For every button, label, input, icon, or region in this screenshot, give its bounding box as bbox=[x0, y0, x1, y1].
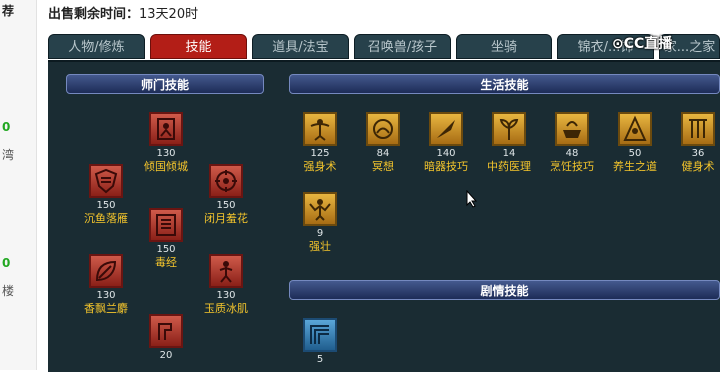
skill-level: 50 bbox=[628, 148, 642, 159]
skill-name: 沉鱼落雁 bbox=[84, 212, 128, 225]
skill-level: 150 bbox=[216, 200, 236, 211]
skill-level: 125 bbox=[310, 148, 330, 159]
skill-level: 84 bbox=[376, 148, 390, 159]
sidebar-count: 0 bbox=[2, 120, 11, 134]
skill-name: 烹饪技巧 bbox=[550, 160, 594, 173]
skill-level: 130 bbox=[96, 290, 116, 301]
portrait-icon bbox=[149, 112, 183, 146]
portrait-icon bbox=[149, 314, 183, 348]
map-icon bbox=[303, 318, 337, 352]
skill-name: 闭月羞花 bbox=[204, 212, 248, 225]
sale-time-label: 出售剩余时间： bbox=[48, 7, 140, 22]
sidebar-text: 楼 bbox=[2, 284, 15, 298]
fitness-icon bbox=[681, 112, 715, 146]
skill-level: 48 bbox=[565, 148, 579, 159]
pot-icon bbox=[555, 112, 589, 146]
mouse-cursor-icon bbox=[466, 189, 478, 212]
skill-biyue[interactable]: 150 闭月羞花 bbox=[194, 164, 258, 226]
leaf-icon bbox=[89, 254, 123, 288]
tab-items[interactable]: 道具/法宝 bbox=[252, 34, 349, 59]
shield-icon bbox=[89, 164, 123, 198]
tab-skills[interactable]: 技能 bbox=[150, 34, 247, 59]
skills-panel: 师门技能 生活技能 剧情技能 130 倾国倾城 150 沉鱼落雁 150 闭月羞… bbox=[48, 60, 720, 372]
skill-dujing[interactable]: 150 毒经 bbox=[134, 208, 198, 270]
skill-name: 中药医理 bbox=[487, 160, 531, 173]
skill-name: 玉质冰肌 bbox=[204, 302, 248, 315]
flower-icon bbox=[209, 164, 243, 198]
health-icon bbox=[618, 112, 652, 146]
sale-time-line: 出售剩余时间：13天20时 bbox=[48, 3, 198, 22]
figure-icon bbox=[209, 254, 243, 288]
skill-story[interactable]: 5 bbox=[288, 318, 352, 366]
dart-icon bbox=[429, 112, 463, 146]
skill-level: 20 bbox=[159, 350, 173, 361]
cc-watermark: ⊙CC直播 bbox=[612, 33, 672, 53]
skill-qingguo[interactable]: 130 倾国倾城 bbox=[134, 112, 198, 174]
strong-icon bbox=[303, 192, 337, 226]
skill-name: 香飘兰麝 bbox=[84, 302, 128, 315]
sidebar-text: 荐 bbox=[2, 4, 15, 18]
skill-level: 5 bbox=[316, 354, 324, 365]
skill-name: 强身术 bbox=[303, 160, 337, 173]
skill-xiangpiao[interactable]: 130 香飘兰麝 bbox=[74, 254, 138, 316]
sale-time-value: 13天20时 bbox=[139, 7, 199, 22]
section-shimen: 师门技能 bbox=[66, 74, 264, 94]
skill-yangsheng[interactable]: 50 养生之道 bbox=[603, 112, 667, 174]
skill-chenyu[interactable]: 150 沉鱼落雁 bbox=[74, 164, 138, 226]
tab-character[interactable]: 人物/修炼 bbox=[48, 34, 145, 59]
skill-name: 毒经 bbox=[155, 256, 177, 269]
section-story: 剧情技能 bbox=[289, 280, 720, 300]
skill-name: 养生之道 bbox=[613, 160, 657, 173]
cc-logo-icon: ⊙ bbox=[612, 36, 624, 52]
skill-level: 36 bbox=[691, 148, 705, 159]
tab-mounts[interactable]: 坐骑 bbox=[456, 34, 552, 59]
skill-name: 倾国倾城 bbox=[144, 160, 188, 173]
cc-logo-text: CC直播 bbox=[623, 36, 673, 52]
skill-name: 暗器技巧 bbox=[424, 160, 468, 173]
sidebar-count: 0 bbox=[2, 256, 11, 270]
skill-yuzhi[interactable]: 130 玉质冰肌 bbox=[194, 254, 258, 316]
skill-level: 150 bbox=[156, 244, 176, 255]
sidebar-text: 湾 bbox=[2, 148, 15, 162]
skill-level: 140 bbox=[436, 148, 456, 159]
skill-anqi[interactable]: 140 暗器技巧 bbox=[414, 112, 478, 174]
body-icon bbox=[303, 112, 337, 146]
skill-unnamed-20[interactable]: 20 bbox=[134, 314, 198, 362]
skill-jianshen[interactable]: 36 健身术 bbox=[666, 112, 720, 174]
skill-zhongyao[interactable]: 14 中药医理 bbox=[477, 112, 541, 174]
section-life: 生活技能 bbox=[289, 74, 720, 94]
skill-qiangzhuang[interactable]: 9 强壮 bbox=[288, 192, 352, 254]
skill-level: 14 bbox=[502, 148, 516, 159]
left-sidebar: 荐 0 湾 0 楼 bbox=[0, 0, 37, 370]
skill-pengren[interactable]: 48 烹饪技巧 bbox=[540, 112, 604, 174]
skill-name: 强壮 bbox=[309, 240, 331, 253]
skill-mingxiang[interactable]: 84 冥想 bbox=[351, 112, 415, 174]
skill-level: 150 bbox=[96, 200, 116, 211]
tab-pets[interactable]: 召唤兽/孩子 bbox=[354, 34, 451, 59]
skill-name: 冥想 bbox=[372, 160, 394, 173]
skill-level: 9 bbox=[316, 228, 324, 239]
meditate-icon bbox=[366, 112, 400, 146]
herb-icon bbox=[492, 112, 526, 146]
skill-name: 健身术 bbox=[681, 160, 715, 173]
book-icon bbox=[149, 208, 183, 242]
skill-qiangshen[interactable]: 125 强身术 bbox=[288, 112, 352, 174]
skill-level: 130 bbox=[156, 148, 176, 159]
skill-level: 130 bbox=[216, 290, 236, 301]
